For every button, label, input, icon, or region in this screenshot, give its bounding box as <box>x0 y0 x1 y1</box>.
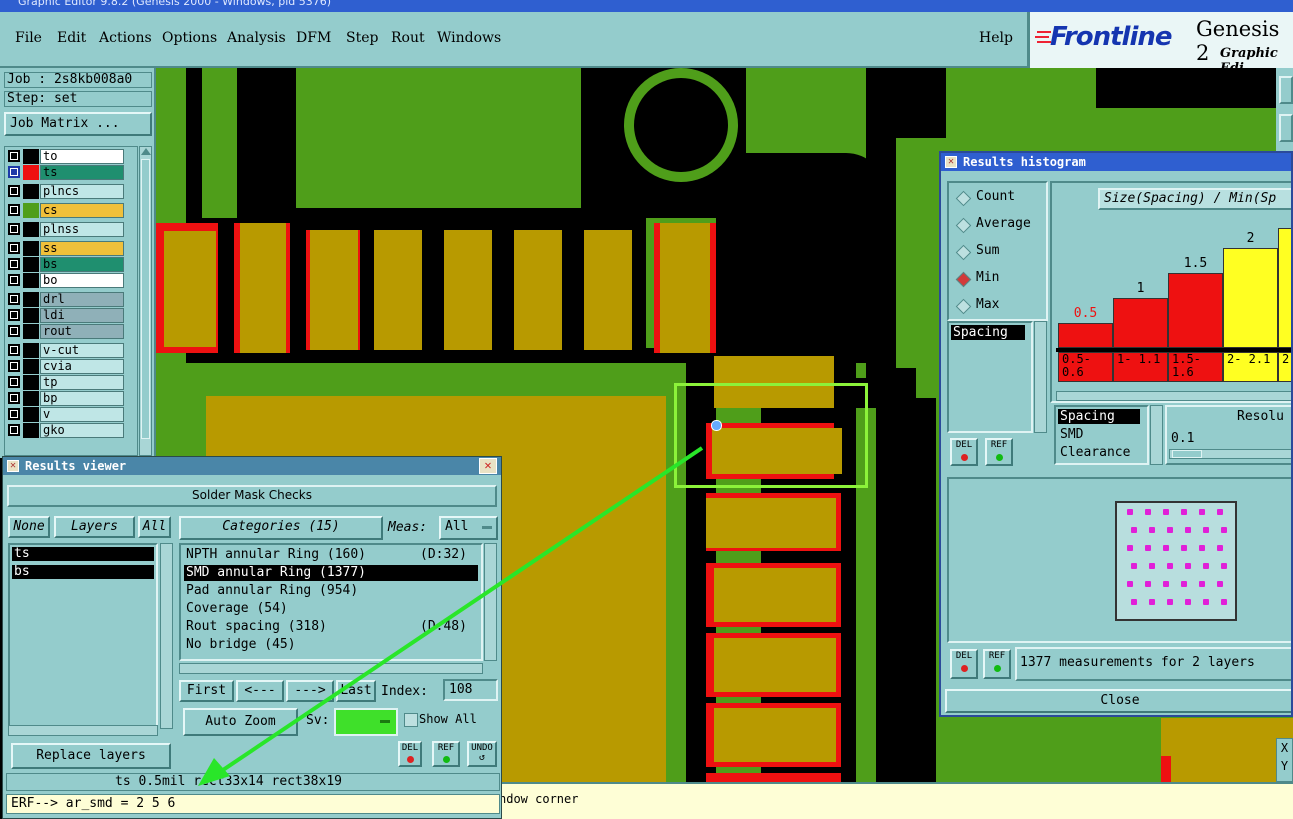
annotation-arrow <box>198 446 704 786</box>
